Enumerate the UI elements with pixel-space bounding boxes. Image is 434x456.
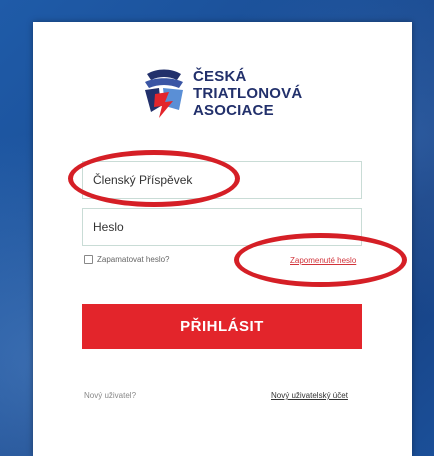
member-input[interactable] bbox=[83, 162, 361, 198]
brand-line-1: ČESKÁ bbox=[193, 68, 247, 85]
member-field[interactable] bbox=[82, 161, 362, 199]
password-input[interactable] bbox=[83, 209, 361, 245]
login-button[interactable]: PŘIHLÁSIT bbox=[82, 304, 362, 349]
remember-label: Zapamatovat heslo? bbox=[97, 255, 170, 264]
new-account-link[interactable]: Nový uživatelský účet bbox=[271, 391, 348, 400]
forgot-password-link[interactable]: Zapomenuté heslo bbox=[290, 256, 356, 265]
remember-me[interactable]: Zapamatovat heslo? bbox=[84, 255, 170, 264]
brand-line-2: TRIATLONOVÁ bbox=[193, 85, 303, 102]
brand-name: ČESKÁ TRIATLONOVÁ ASOCIACE bbox=[193, 68, 302, 119]
remember-checkbox[interactable] bbox=[84, 255, 93, 264]
new-user-label: Nový uživatel? bbox=[84, 391, 137, 400]
brand-line-3: ASOCIACE bbox=[193, 102, 274, 119]
password-field[interactable] bbox=[82, 208, 362, 246]
cta-logo-icon bbox=[145, 69, 183, 118]
